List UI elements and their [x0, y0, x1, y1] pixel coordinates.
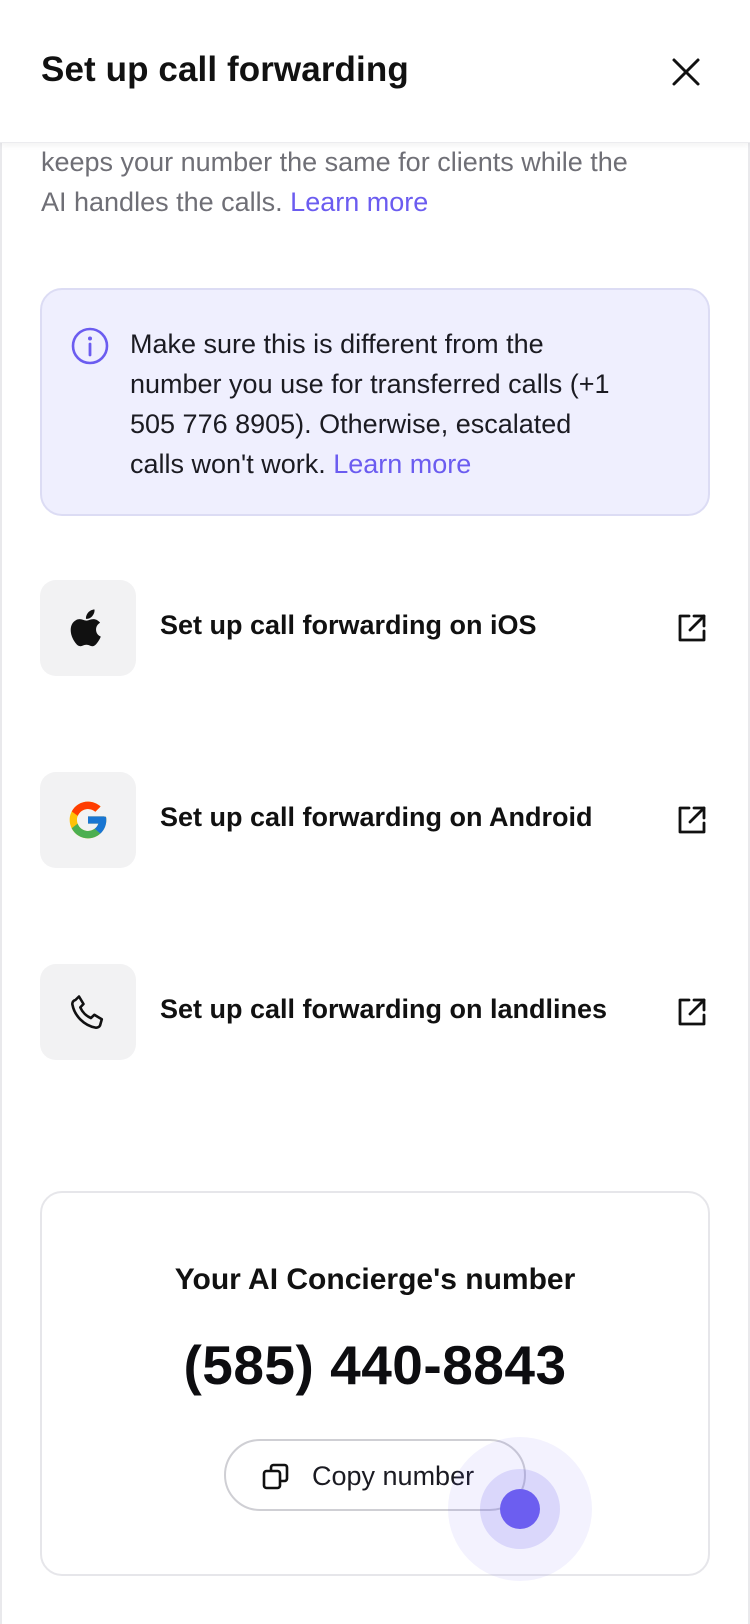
option-label: Set up call forwarding on iOS [160, 610, 537, 640]
close-button[interactable] [666, 52, 706, 92]
callout-line-4-text: calls won't work. [130, 449, 326, 479]
intro-line-2: AI handles the calls. Learn more [41, 182, 711, 222]
option-icon-tile [40, 964, 136, 1060]
left-border [0, 0, 2, 1624]
close-icon [672, 58, 700, 86]
option-ios[interactable]: Set up call forwarding on iOS [40, 580, 710, 676]
page-title: Set up call forwarding [41, 50, 409, 89]
option-icon-tile [40, 772, 136, 868]
concierge-phone-number: (585) 440-8843 [183, 1334, 567, 1396]
option-icon-tile [40, 580, 136, 676]
intro-line-1: keeps your number the same for clients w… [41, 147, 628, 177]
copy-number-label: Copy number [312, 1461, 475, 1491]
phone-icon [71, 995, 104, 1029]
copy-number-button[interactable]: Copy number [224, 1439, 526, 1511]
intro-text: keeps your number the same for clients w… [41, 142, 711, 222]
callout-line-4: calls won't work. Learn more [130, 444, 680, 484]
callout-message: Make sure this is different from the num… [130, 324, 680, 484]
callout-line-1: Make sure this is different from the [130, 329, 544, 359]
number-card-title: Your AI Concierge's number [174, 1263, 576, 1296]
apple-icon [70, 609, 101, 647]
external-link-icon [678, 806, 706, 834]
external-link-icon [678, 614, 706, 642]
learn-more-link[interactable]: Learn more [290, 187, 428, 217]
option-landlines[interactable]: Set up call forwarding on landlines [40, 964, 710, 1060]
option-label: Set up call forwarding on Android [160, 802, 593, 832]
concierge-number-card: Your AI Concierge's number (585) 440-884… [40, 1191, 710, 1576]
external-link-icon [678, 998, 706, 1026]
option-android[interactable]: Set up call forwarding on Android [40, 772, 710, 868]
callout-line-2: number you use for transferred calls (+1 [130, 369, 610, 399]
callout-line-3: 505 776 8905). Otherwise, escalated [130, 409, 572, 439]
info-callout: Make sure this is different from the num… [40, 288, 710, 516]
callout-learn-more-link[interactable]: Learn more [333, 449, 471, 479]
google-icon [69, 801, 107, 839]
call-forwarding-screen: Set up call forwarding keeps your number… [0, 0, 750, 1624]
option-label: Set up call forwarding on landlines [160, 994, 608, 1024]
copy-icon [262, 1463, 289, 1490]
sheet-header: Set up call forwarding [0, 0, 750, 143]
info-icon [71, 327, 109, 365]
intro-line-2-text: AI handles the calls. [41, 187, 283, 217]
